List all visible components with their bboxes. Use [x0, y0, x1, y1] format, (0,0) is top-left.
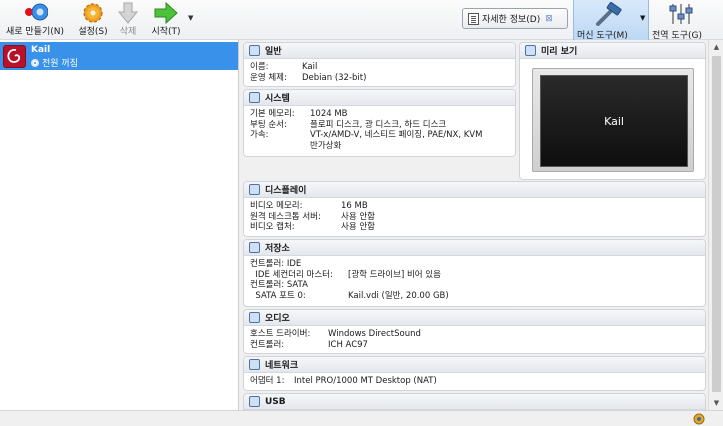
scroll-thumb[interactable] — [712, 56, 721, 392]
network-icon — [249, 359, 260, 370]
machine-tools-dropdown-icon[interactable]: ▼ — [640, 14, 645, 22]
network-header[interactable]: 네트워크 — [244, 357, 705, 373]
start-arrow-icon — [153, 1, 179, 27]
global-tools-button[interactable]: 전역 도구(G) — [650, 0, 723, 41]
preview-monitor-icon — [525, 45, 536, 56]
display-section: 디스플레이 비디오 메모리: 16 MB 원격 데스크톱 서버: 사용 안함 비디오… — [243, 181, 706, 237]
details-close-icon: ⊠ — [545, 13, 553, 24]
details-button[interactable]: 자세한 정보(D) ⊠ — [462, 8, 568, 29]
speaker-icon — [249, 312, 260, 323]
start-dropdown-icon[interactable]: ▼ — [188, 14, 196, 22]
powered-off-icon — [31, 58, 39, 67]
details-pane: 일반 이름: Kail 운영 체제: Debian (32-bit) 시스템 기본 … — [240, 40, 708, 410]
usb-section: USB — [243, 393, 706, 410]
scroll-down-icon[interactable]: ▼ — [709, 396, 723, 410]
global-tools-sliders-icon — [668, 2, 694, 26]
preview-screen: Kail — [540, 75, 688, 167]
new-button[interactable]: 새로 만들기(N) — [2, 0, 68, 40]
settings-button[interactable]: 설정(S) — [76, 0, 110, 40]
machine-tools-button[interactable]: 머신 도구(M) ▼ — [573, 0, 649, 41]
audio-header[interactable]: 오디오 — [244, 310, 705, 326]
new-machine-icon — [22, 1, 49, 27]
usb-header[interactable]: USB — [244, 394, 705, 410]
vm-state: 전원 꺼짐 — [31, 56, 78, 69]
status-tray-icon[interactable] — [693, 413, 705, 425]
discard-button[interactable]: 삭제 — [114, 0, 142, 40]
preview-section: 미리 보기 Kail — [519, 42, 706, 180]
scroll-up-icon[interactable]: ▲ — [709, 40, 723, 54]
details-document-icon — [468, 12, 479, 25]
preview-header[interactable]: 미리 보기 — [520, 43, 705, 59]
vm-name: Kail — [31, 45, 51, 55]
storage-header[interactable]: 저장소 — [244, 240, 705, 256]
start-button[interactable]: 시작(T) — [146, 0, 186, 40]
hammer-icon — [594, 1, 624, 28]
display-header[interactable]: 디스플레이 — [244, 182, 705, 198]
gear-icon — [80, 1, 106, 27]
discard-arrow-icon — [115, 1, 141, 27]
status-bar — [0, 410, 723, 426]
general-monitor-icon — [249, 45, 260, 56]
system-section: 시스템 기본 메모리: 1024 MB 부팅 순서: 플로피 디스크, 광 디스크,… — [243, 89, 516, 157]
system-chip-icon — [249, 92, 260, 103]
preview-frame: Kail — [532, 68, 694, 172]
debian-logo-icon — [3, 45, 26, 68]
storage-disk-icon — [249, 242, 260, 253]
display-monitor-icon — [249, 184, 260, 195]
general-section: 일반 이름: Kail 운영 체제: Debian (32-bit) — [243, 42, 516, 87]
system-header[interactable]: 시스템 — [244, 90, 515, 106]
usb-icon — [249, 396, 260, 407]
storage-section: 저장소 컨트롤러: IDE IDE 세컨더리 마스터: [광학 드라이브] 비어 … — [243, 239, 706, 307]
network-section: 네트워크 어댑터 1: Intel PRO/1000 MT Desktop (NA… — [243, 356, 706, 391]
vm-list: Kail 전원 꺼짐 — [0, 40, 239, 410]
general-header[interactable]: 일반 — [244, 43, 515, 59]
details-scrollbar[interactable]: ▲ ▼ — [708, 40, 723, 410]
audio-section: 오디오 호스트 드라이버: Windows DirectSound 컨트롤러: IC… — [243, 309, 706, 354]
main-toolbar: 새로 만들기(N) 설정(S) 삭제 시작(T) ▼ 자세한 정보(D) ⊠ 머… — [0, 0, 723, 41]
vm-list-item[interactable]: Kail 전원 꺼짐 — [0, 42, 238, 70]
